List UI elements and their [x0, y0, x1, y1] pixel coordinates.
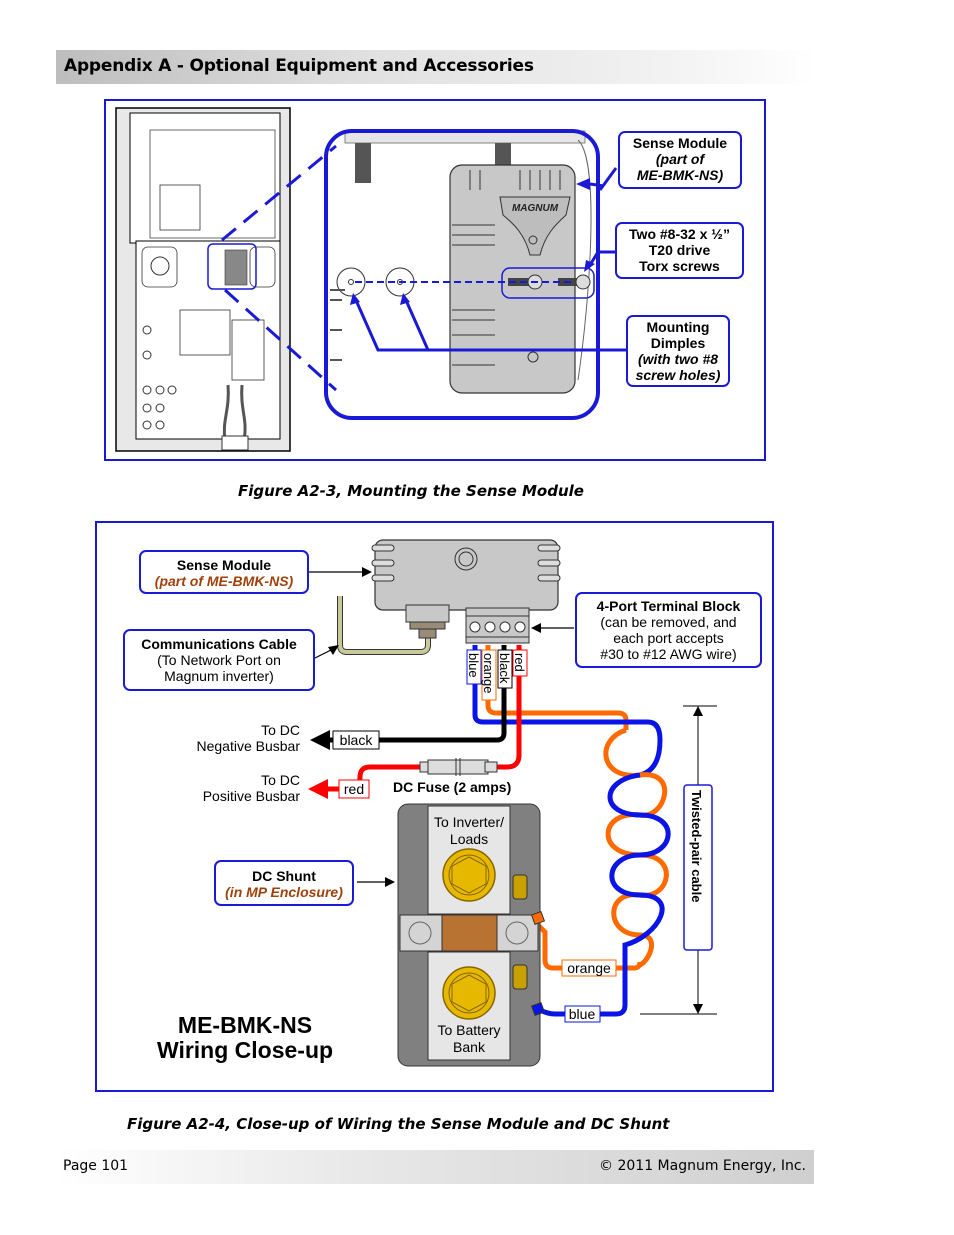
callout-sense-module-a2-3: Sense Module (part of ME-BMK-NS)	[618, 131, 742, 189]
section-title: Appendix A - Optional Equipment and Acce…	[64, 56, 534, 76]
dest-positive-busbar: To DC Positive Busbar	[202, 772, 300, 804]
dest-negative-busbar: To DC Negative Busbar	[196, 722, 300, 754]
figure-a2-4-title: ME-BMK-NS Wiring Close-up	[156, 1012, 334, 1063]
callout-sense-module-a2-4: Sense Module (part of ME-BMK-NS)	[139, 550, 309, 594]
callout-torx-screws: Two #8-32 x ½” T20 drive Torx screws	[615, 222, 744, 279]
page-footer: Page 101 © 2011 Magnum Energy, Inc.	[56, 1150, 814, 1184]
section-header: Appendix A - Optional Equipment and Acce…	[56, 50, 816, 84]
page-number: Page 101	[63, 1158, 129, 1174]
callout-dc-shunt: DC Shunt (in MP Enclosure)	[214, 860, 354, 906]
callout-mounting-dimples: Mounting Dimples (with two #8 screw hole…	[626, 315, 730, 387]
callout-communications-cable: Communications Cable (To Network Port on…	[123, 629, 315, 691]
figure-a2-4-caption: Figure A2-4, Close-up of Wiring the Sens…	[127, 1115, 670, 1133]
figure-a2-3-caption: Figure A2-3, Mounting the Sense Module	[238, 482, 584, 500]
callout-terminal-block: 4-Port Terminal Block (can be removed, a…	[575, 592, 762, 668]
copyright: © 2011 Magnum Energy, Inc.	[599, 1158, 806, 1174]
